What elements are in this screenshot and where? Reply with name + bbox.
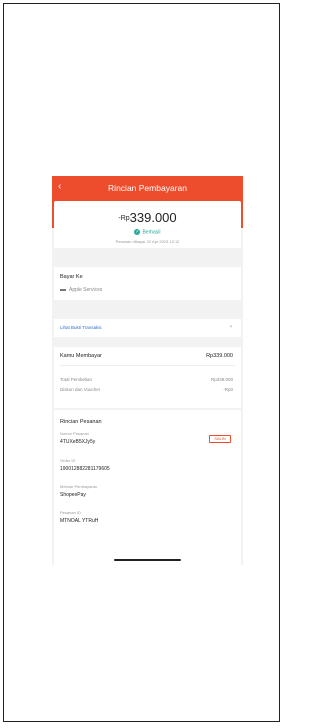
- payee-card: Bayar Ke Apple Services: [54, 267, 241, 300]
- discount-value: -Rp0: [223, 387, 233, 392]
- status-badge: ✓ Berhasil: [54, 229, 241, 235]
- page-title: Rincian Pembayaran: [108, 183, 187, 193]
- payment-method-label: Metode Pembayaran: [60, 484, 98, 489]
- reference-id-label: Pesanan ID: [60, 510, 81, 515]
- transfer-proof-row[interactable]: Lihat Bukti Transaksi ›: [54, 319, 241, 337]
- amount-value: 339.000: [129, 210, 177, 225]
- payment-summary-card: -Rp339.000 ✓ Berhasil Pesanan dibayar 22 …: [54, 201, 241, 248]
- subtotal-label: Total Pembelian: [60, 377, 93, 382]
- status-label: Berhasil: [142, 229, 161, 236]
- payee-name: Apple Services: [69, 287, 103, 293]
- order-id-label: Order ID: [60, 458, 76, 463]
- payee-row: Apple Services: [60, 287, 102, 293]
- payment-breakdown-card: Kamu Membayar Rp339.000 Total Pembelian …: [54, 347, 241, 408]
- order-details-card: Rincian Pesanan Nomor Pesanan 4TUXeB5XJy…: [54, 410, 241, 565]
- divider: [60, 365, 235, 366]
- order-number-value: 4TUXeB5XJy5y: [60, 439, 96, 445]
- order-title: Rincian Pesanan: [60, 419, 102, 425]
- chevron-right-icon: ›: [230, 324, 232, 330]
- payment-method-value: ShopeePay: [60, 492, 86, 498]
- payment-amount: -Rp339.000: [54, 210, 241, 225]
- amount-prefix: -Rp: [118, 215, 130, 222]
- payment-total: Rp339.000: [206, 353, 233, 359]
- payment-title: Kamu Membayar: [60, 353, 102, 359]
- order-number-label: Nomor Pesanan: [60, 431, 89, 436]
- reference-id-value: MTNOAL YTRuH: [60, 518, 99, 524]
- order-id-value: 190012882281179605: [60, 466, 110, 472]
- copy-button[interactable]: SALIN: [209, 435, 231, 443]
- home-indicator: [114, 559, 181, 561]
- payment-timestamp: Pesanan dibayar 22 Apr 2023 13:12: [115, 239, 180, 244]
- payee-title: Bayar Ke: [60, 274, 83, 280]
- subtotal-value: Rp339.000: [210, 377, 233, 382]
- discount-label: Diskon dan Voucher: [60, 387, 101, 392]
- transfer-proof-link[interactable]: Lihat Bukti Transaksi: [60, 325, 102, 330]
- apple-logo-icon: [60, 288, 66, 291]
- phone-screen: ‹ Rincian Pembayaran -Rp339.000 ✓ Berhasi…: [52, 176, 243, 565]
- check-icon: ✓: [134, 229, 141, 235]
